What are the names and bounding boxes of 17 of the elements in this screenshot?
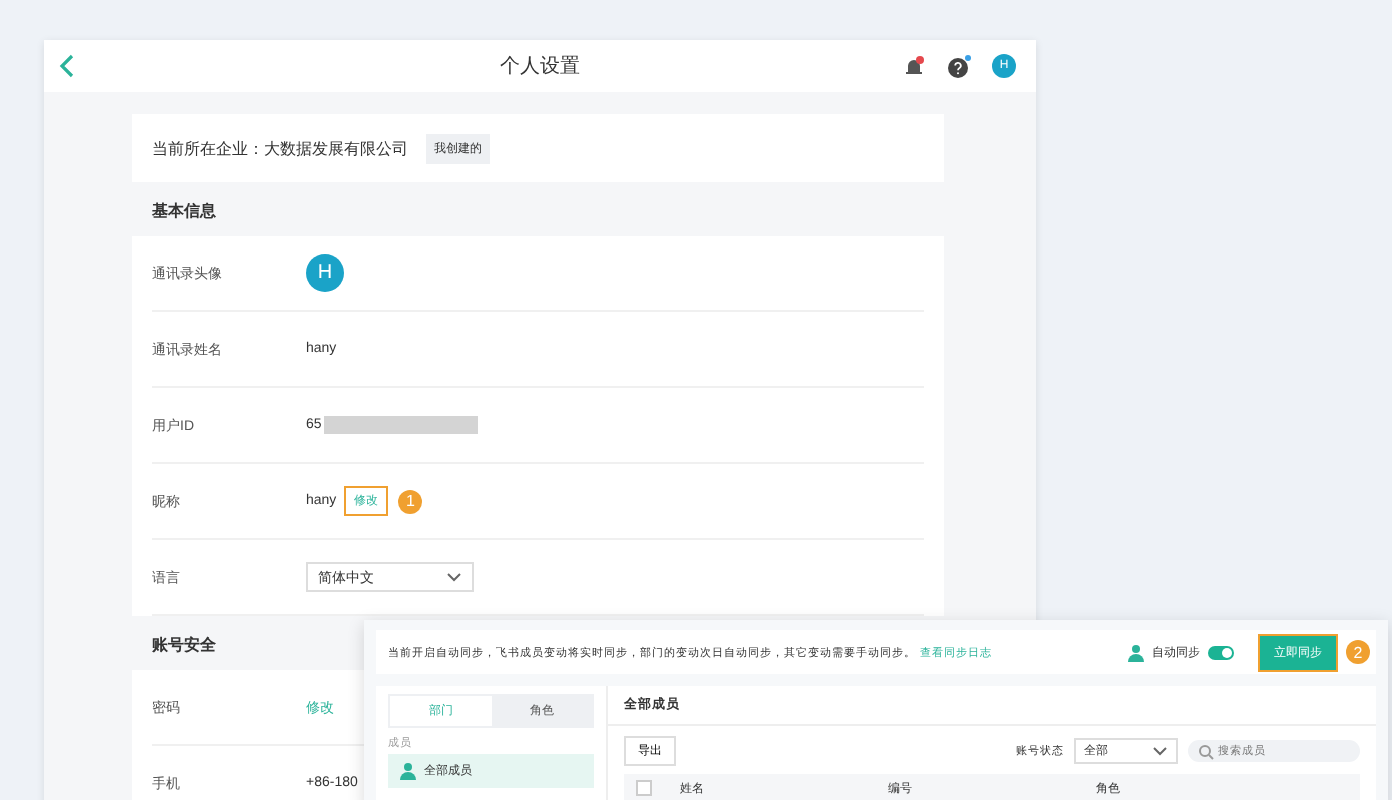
company-label: 当前所在企业：大数据发展有限公司 [152, 137, 408, 159]
people-icon [400, 762, 416, 780]
bell-icon[interactable] [902, 54, 926, 78]
section-title: 基本信息 [150, 200, 218, 224]
chevron-down-icon [1152, 746, 1168, 756]
step-badge: 1 [398, 489, 423, 513]
person-icon [1128, 643, 1144, 661]
search-icon [1198, 743, 1214, 759]
auto-sync-toggle[interactable] [1208, 645, 1234, 659]
contact-avatar: H [306, 254, 344, 292]
select-all-checkbox[interactable] [636, 780, 652, 796]
section-title: 账号安全 [150, 634, 218, 658]
window-title: 个人设置 [498, 53, 582, 80]
step-badge: 2 [1346, 640, 1370, 664]
chevron-down-icon [446, 572, 462, 582]
back-icon[interactable] [58, 54, 74, 78]
help-icon[interactable] [946, 54, 972, 78]
